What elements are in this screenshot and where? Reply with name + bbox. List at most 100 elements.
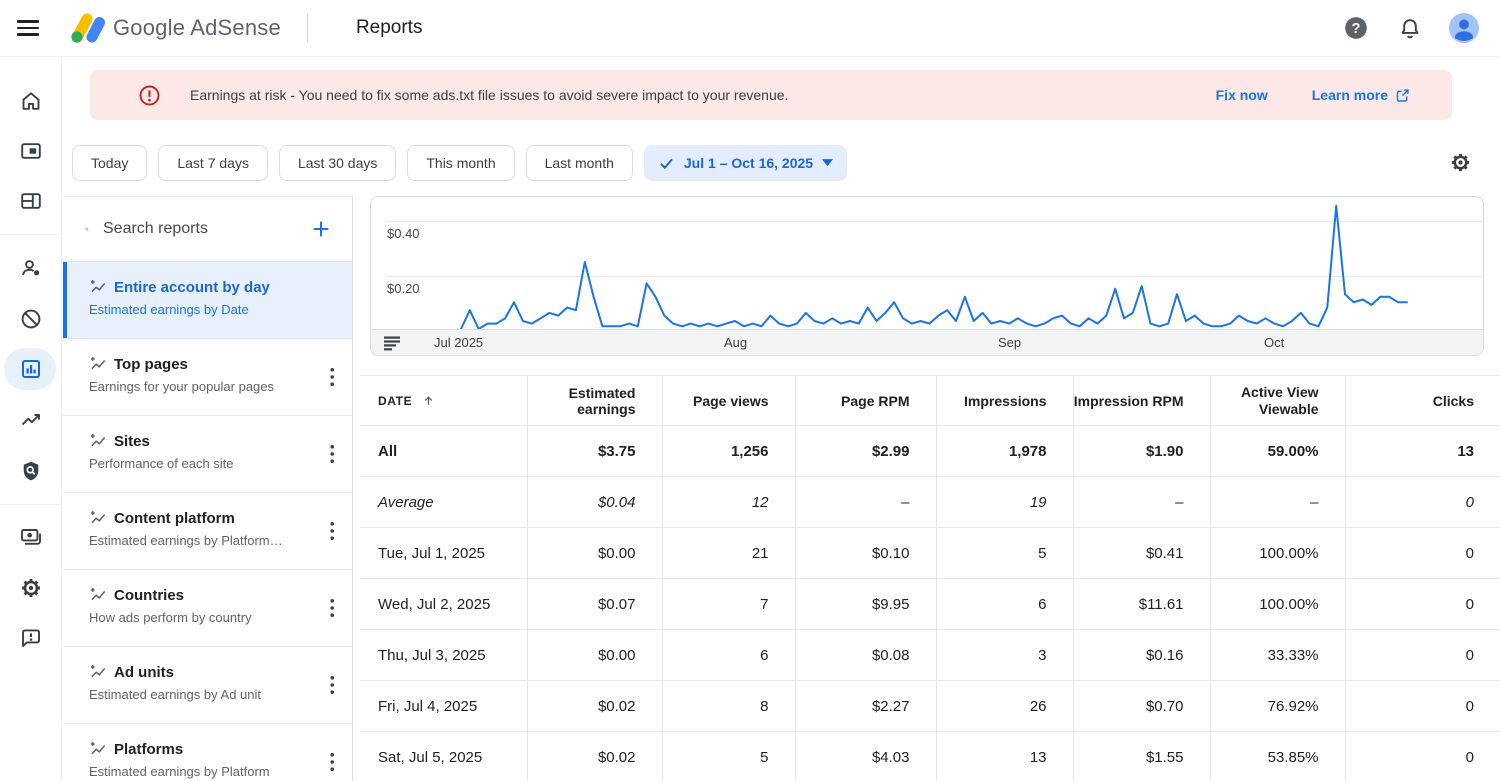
page-title: Reports — [356, 17, 423, 39]
cell: 59.00% — [1210, 426, 1345, 477]
column-header-impressions[interactable]: Impressions — [936, 376, 1073, 426]
report-item-content-platform[interactable]: Content platform Estimated earnings by P… — [63, 493, 352, 570]
adsense-reports-screen: Google AdSense Reports ? — [0, 0, 1500, 781]
chart-x-axis: Jul 2025 Aug Sep Oct — [371, 329, 1483, 355]
cell: $0.41 — [1073, 528, 1210, 579]
cell: 13 — [1345, 426, 1500, 477]
cell: $2.27 — [795, 681, 936, 732]
report-item-countries[interactable]: Countries How ads perform by country — [63, 570, 352, 647]
report-item-top-pages[interactable]: Top pages Earnings for your popular page… — [63, 339, 352, 416]
chip-custom-range-selected[interactable]: Jul 1 – Oct 16, 2025 — [644, 145, 847, 181]
add-report-plus-icon[interactable] — [310, 218, 332, 240]
auto-report-icon — [89, 586, 108, 605]
cell: $0.07 — [527, 579, 662, 630]
adsense-logo-glyph — [65, 11, 105, 45]
notifications-bell-icon[interactable] — [1394, 12, 1426, 44]
cell: 0 — [1345, 630, 1500, 681]
help-icon[interactable]: ? — [1340, 12, 1372, 44]
earnings-chart-card: $0.40 $0.20 Jul 2025 Aug Sep Oct — [370, 196, 1484, 356]
report-item-title: Top pages — [114, 356, 188, 373]
cell: $2.99 — [795, 426, 936, 477]
more-options-kebab-icon[interactable] — [330, 367, 335, 392]
column-header-clicks[interactable]: Clicks — [1345, 376, 1500, 426]
nav-sites-icon[interactable] — [0, 180, 62, 222]
more-options-kebab-icon[interactable] — [330, 598, 335, 623]
chip-this-month[interactable]: This month — [407, 145, 514, 181]
active-view-viewable-label: Active View Viewable — [1211, 384, 1319, 418]
nav-ads-icon[interactable] — [0, 130, 62, 172]
auto-report-icon — [89, 432, 108, 451]
nav-home-icon[interactable] — [0, 80, 62, 122]
column-header-date[interactable]: DATE — [360, 376, 527, 426]
nav-feedback-icon[interactable] — [0, 617, 62, 659]
cell: $4.03 — [795, 732, 936, 781]
chart-x-label: Aug — [724, 335, 747, 350]
menu-icon[interactable] — [17, 16, 41, 40]
nav-rail — [0, 57, 62, 781]
nav-reports-icon-active[interactable] — [0, 348, 62, 390]
nav-settings-icon[interactable] — [0, 567, 62, 609]
report-item-title: Sites — [114, 433, 150, 450]
cell: 21 — [662, 528, 795, 579]
cell: $9.95 — [795, 579, 936, 630]
chart-data-table-toggle-icon[interactable] — [384, 336, 401, 356]
search-reports-row — [63, 197, 352, 262]
cell: $1.90 — [1073, 426, 1210, 477]
report-settings-gear-icon[interactable] — [1449, 151, 1472, 179]
table-row: Sat, Jul 5, 2025 $0.02 5 $4.03 13 $1.55 … — [360, 732, 1500, 781]
check-icon — [658, 155, 675, 172]
chart-x-label: Jul 2025 — [434, 335, 483, 350]
more-options-kebab-icon[interactable] — [330, 675, 335, 700]
external-link-icon — [1395, 88, 1410, 103]
top-app-bar: Google AdSense Reports ? — [0, 0, 1500, 57]
chip-today[interactable]: Today — [72, 145, 147, 181]
chip-last-7-days[interactable]: Last 7 days — [158, 145, 268, 181]
chart-plot-area[interactable]: $0.40 $0.20 — [371, 197, 1483, 329]
report-item-platforms[interactable]: Platforms Estimated earnings by Platform — [63, 724, 352, 781]
report-item-title: Countries — [114, 587, 184, 604]
nav-payments-icon[interactable] — [0, 516, 62, 558]
report-item-entire-account-by-day[interactable]: Entire account by day Estimated earnings… — [63, 262, 352, 339]
chart-x-label: Oct — [1264, 335, 1284, 350]
column-header-page-rpm[interactable]: Page RPM — [795, 376, 936, 426]
learn-more-link[interactable]: Learn more — [1312, 87, 1410, 103]
nav-policy-center-icon[interactable] — [0, 450, 62, 492]
column-header-impression-rpm[interactable]: Impression RPM — [1073, 376, 1210, 426]
report-item-title: Ad units — [114, 664, 174, 681]
fix-now-link[interactable]: Fix now — [1216, 87, 1268, 103]
chip-last-30-days[interactable]: Last 30 days — [279, 145, 396, 181]
nav-privacy-messaging-icon[interactable] — [0, 247, 62, 289]
banner-message: Earnings at risk - You need to fix some … — [190, 87, 788, 103]
column-header-page-views[interactable]: Page views — [662, 376, 795, 426]
column-header-estimated-earnings[interactable]: Estimated earnings — [527, 376, 662, 426]
account-avatar[interactable] — [1448, 12, 1480, 44]
earnings-line-path — [461, 206, 1407, 329]
chart-x-label: Sep — [998, 335, 1021, 350]
cell-date: Thu, Jul 3, 2025 — [360, 630, 527, 681]
more-options-kebab-icon[interactable] — [330, 444, 335, 469]
table-row-all: All $3.75 1,256 $2.99 1,978 $1.90 59.00%… — [360, 426, 1500, 477]
chevron-down-icon — [822, 159, 833, 167]
selected-indicator — [63, 262, 67, 338]
cell: $3.75 — [527, 426, 662, 477]
cell: $11.61 — [1073, 579, 1210, 630]
report-item-title: Platforms — [114, 741, 183, 758]
cell: 6 — [936, 579, 1073, 630]
more-options-kebab-icon[interactable] — [330, 752, 335, 777]
cell: $0.02 — [527, 732, 662, 781]
adsense-logo[interactable]: Google AdSense — [65, 11, 281, 45]
cell: $0.10 — [795, 528, 936, 579]
cell: $0.70 — [1073, 681, 1210, 732]
cell: 76.92% — [1210, 681, 1345, 732]
divider — [307, 14, 308, 42]
chip-last-month[interactable]: Last month — [526, 145, 633, 181]
column-header-active-view-viewable[interactable]: Active View Viewable — [1210, 376, 1345, 426]
report-item-sites[interactable]: Sites Performance of each site — [63, 416, 352, 493]
report-item-ad-units[interactable]: Ad units Estimated earnings by Ad unit — [63, 647, 352, 724]
more-options-kebab-icon[interactable] — [330, 521, 335, 546]
nav-optimization-icon[interactable] — [0, 399, 62, 441]
nav-brand-safety-icon[interactable] — [0, 298, 62, 340]
search-reports-input[interactable] — [103, 220, 310, 238]
cell-date: Average — [360, 477, 527, 528]
cell: 0 — [1345, 477, 1500, 528]
